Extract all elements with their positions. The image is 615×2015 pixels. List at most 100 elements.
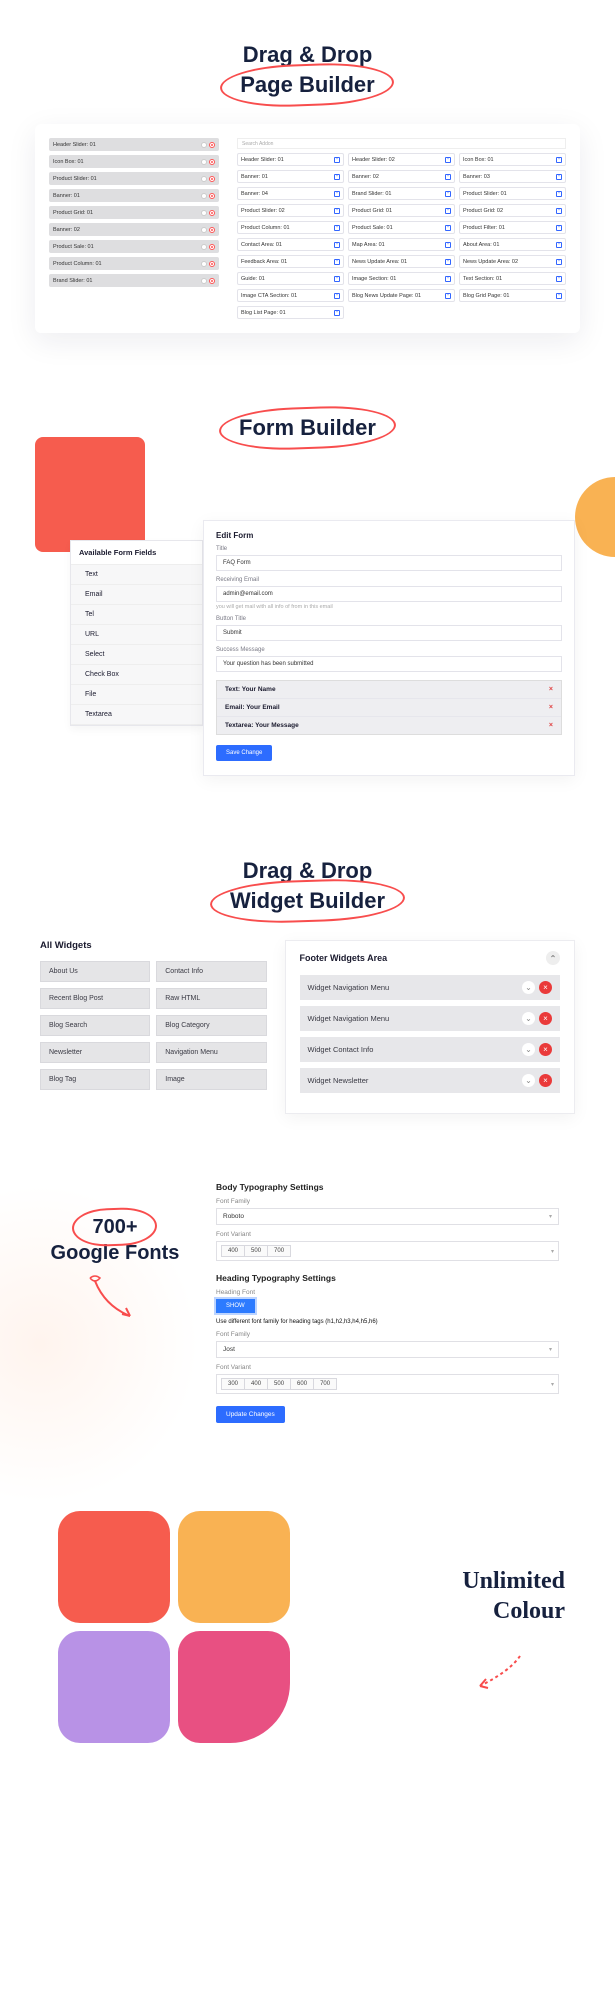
delete-icon[interactable]: × [549, 686, 553, 693]
addon-chip[interactable]: Product Sale: 01 [348, 221, 455, 234]
addon-chip[interactable]: Product Grid: 02 [459, 204, 566, 217]
addon-chip[interactable]: Guide: 01 [237, 272, 344, 285]
widget-button[interactable]: Blog Tag [40, 1069, 150, 1090]
form-field-item[interactable]: Tel [71, 605, 202, 625]
addon-chip[interactable]: Image Section: 01 [348, 272, 455, 285]
addon-chip[interactable]: Brand Slider: 01 [348, 187, 455, 200]
widget-button[interactable]: About Us [40, 961, 150, 982]
addon-chip[interactable]: Image CTA Section: 01 [237, 289, 344, 302]
widget-button[interactable]: Blog Search [40, 1015, 150, 1036]
addon-chip[interactable]: News Update Area: 01 [348, 255, 455, 268]
swatch-purple [58, 1631, 170, 1743]
input-btn[interactable]: Submit [216, 625, 562, 641]
delete-icon[interactable]: × [539, 1012, 552, 1025]
swatch-orange [58, 1511, 170, 1623]
variant-pill[interactable]: 500 [245, 1245, 268, 1257]
sortable-item[interactable]: Header Slider: 01 [49, 138, 219, 151]
addon-chip[interactable]: Blog Grid Page: 01 [459, 289, 566, 302]
addon-chip[interactable]: Product Grid: 01 [348, 204, 455, 217]
addon-search-input[interactable]: Search Addon [237, 138, 566, 149]
widget-button[interactable]: Newsletter [40, 1042, 150, 1063]
addon-chip[interactable]: Contact Area: 01 [237, 238, 344, 251]
delete-icon[interactable]: × [549, 704, 553, 711]
variant-pill[interactable]: 700 [268, 1245, 291, 1257]
show-button[interactable]: SHOW [216, 1299, 255, 1313]
widget-button[interactable]: Raw HTML [156, 988, 266, 1009]
addon-chip[interactable]: Map Area: 01 [348, 238, 455, 251]
swatch-magenta [178, 1631, 290, 1743]
pb-title-1: Drag & Drop [243, 42, 373, 67]
sortable-item[interactable]: Product Sale: 01 [49, 240, 219, 253]
delete-icon[interactable]: × [539, 1043, 552, 1056]
form-field-item[interactable]: Select [71, 645, 202, 665]
widget-row[interactable]: Widget Navigation Menu⌄× [300, 1006, 560, 1031]
variant-pill[interactable]: 400 [245, 1378, 268, 1390]
sortable-item[interactable]: Banner: 02 [49, 223, 219, 236]
body-family-select[interactable]: Roboto▾ [216, 1208, 559, 1225]
widget-row[interactable]: Widget Newsletter⌄× [300, 1068, 560, 1093]
chevron-down-icon[interactable]: ⌄ [522, 1074, 535, 1087]
delete-icon[interactable]: × [539, 1074, 552, 1087]
form-field-row[interactable]: Email: Your Email× [217, 699, 561, 717]
form-field-row[interactable]: Text: Your Name× [217, 681, 561, 699]
addon-chip[interactable]: Blog List Page: 01 [237, 306, 344, 319]
addon-chip[interactable]: News Update Area: 02 [459, 255, 566, 268]
form-field-item[interactable]: Email [71, 585, 202, 605]
chevron-down-icon[interactable]: ⌄ [522, 1012, 535, 1025]
addon-chip[interactable]: Banner: 03 [459, 170, 566, 183]
heading-variant-select[interactable]: 300400500600700▾ [216, 1374, 559, 1394]
save-change-button[interactable]: Save Change [216, 745, 272, 761]
widget-button[interactable]: Blog Category [156, 1015, 266, 1036]
form-field-item[interactable]: Check Box [71, 665, 202, 685]
input-title[interactable]: FAQ Form [216, 555, 562, 571]
delete-icon[interactable]: × [539, 981, 552, 994]
input-success[interactable]: Your question has been submitted [216, 656, 562, 672]
addon-chip[interactable]: About Area: 01 [459, 238, 566, 251]
chevron-down-icon[interactable]: ⌄ [522, 981, 535, 994]
widget-row[interactable]: Widget Contact Info⌄× [300, 1037, 560, 1062]
sortable-item[interactable]: Banner: 01 [49, 189, 219, 202]
body-variant-select[interactable]: 400500700▾ [216, 1241, 559, 1261]
edit-form-panel: Edit Form Title FAQ Form Receiving Email… [203, 520, 575, 776]
variant-pill[interactable]: 700 [314, 1378, 337, 1390]
variant-pill[interactable]: 300 [221, 1378, 245, 1390]
form-field-item[interactable]: Textarea [71, 705, 202, 725]
addon-chip[interactable]: Banner: 01 [237, 170, 344, 183]
addon-chip[interactable]: Product Filter: 01 [459, 221, 566, 234]
addon-chip[interactable]: Product Slider: 01 [459, 187, 566, 200]
addon-chip[interactable]: Header Slider: 01 [237, 153, 344, 166]
addon-chip[interactable]: Banner: 04 [237, 187, 344, 200]
sortable-item[interactable]: Product Slider: 01 [49, 172, 219, 185]
collapse-icon[interactable]: ⌃ [546, 951, 560, 965]
update-changes-button[interactable]: Update Changes [216, 1406, 285, 1423]
heading-family-select[interactable]: Jost▾ [216, 1341, 559, 1358]
addon-chip[interactable]: Product Column: 01 [237, 221, 344, 234]
form-field-item[interactable]: Text [71, 565, 202, 585]
widget-button[interactable]: Navigation Menu [156, 1042, 266, 1063]
sortable-item[interactable]: Icon Box: 01 [49, 155, 219, 168]
variant-pill[interactable]: 500 [268, 1378, 291, 1390]
input-email[interactable]: admin@email.com [216, 586, 562, 602]
widget-button[interactable]: Contact Info [156, 961, 266, 982]
heading-hint: Use different font family for heading ta… [216, 1319, 559, 1325]
form-field-item[interactable]: URL [71, 625, 202, 645]
widget-button[interactable]: Recent Blog Post [40, 988, 150, 1009]
form-field-item[interactable]: File [71, 685, 202, 705]
addon-chip[interactable]: Icon Box: 01 [459, 153, 566, 166]
addon-chip[interactable]: Feedback Area: 01 [237, 255, 344, 268]
addon-chip[interactable]: Banner: 02 [348, 170, 455, 183]
widget-button[interactable]: Image [156, 1069, 266, 1090]
delete-icon[interactable]: × [549, 722, 553, 729]
sortable-item[interactable]: Product Column: 01 [49, 257, 219, 270]
form-field-row[interactable]: Textarea: Your Message× [217, 717, 561, 734]
sortable-item[interactable]: Brand Slider: 01 [49, 274, 219, 287]
chevron-down-icon[interactable]: ⌄ [522, 1043, 535, 1056]
addon-chip[interactable]: Text Section: 01 [459, 272, 566, 285]
widget-row[interactable]: Widget Navigation Menu⌄× [300, 975, 560, 1000]
variant-pill[interactable]: 400 [221, 1245, 245, 1257]
sortable-item[interactable]: Product Grid: 01 [49, 206, 219, 219]
addon-chip[interactable]: Blog News Update Page: 01 [348, 289, 455, 302]
addon-chip[interactable]: Header Slider: 02 [348, 153, 455, 166]
variant-pill[interactable]: 600 [291, 1378, 314, 1390]
addon-chip[interactable]: Product Slider: 02 [237, 204, 344, 217]
